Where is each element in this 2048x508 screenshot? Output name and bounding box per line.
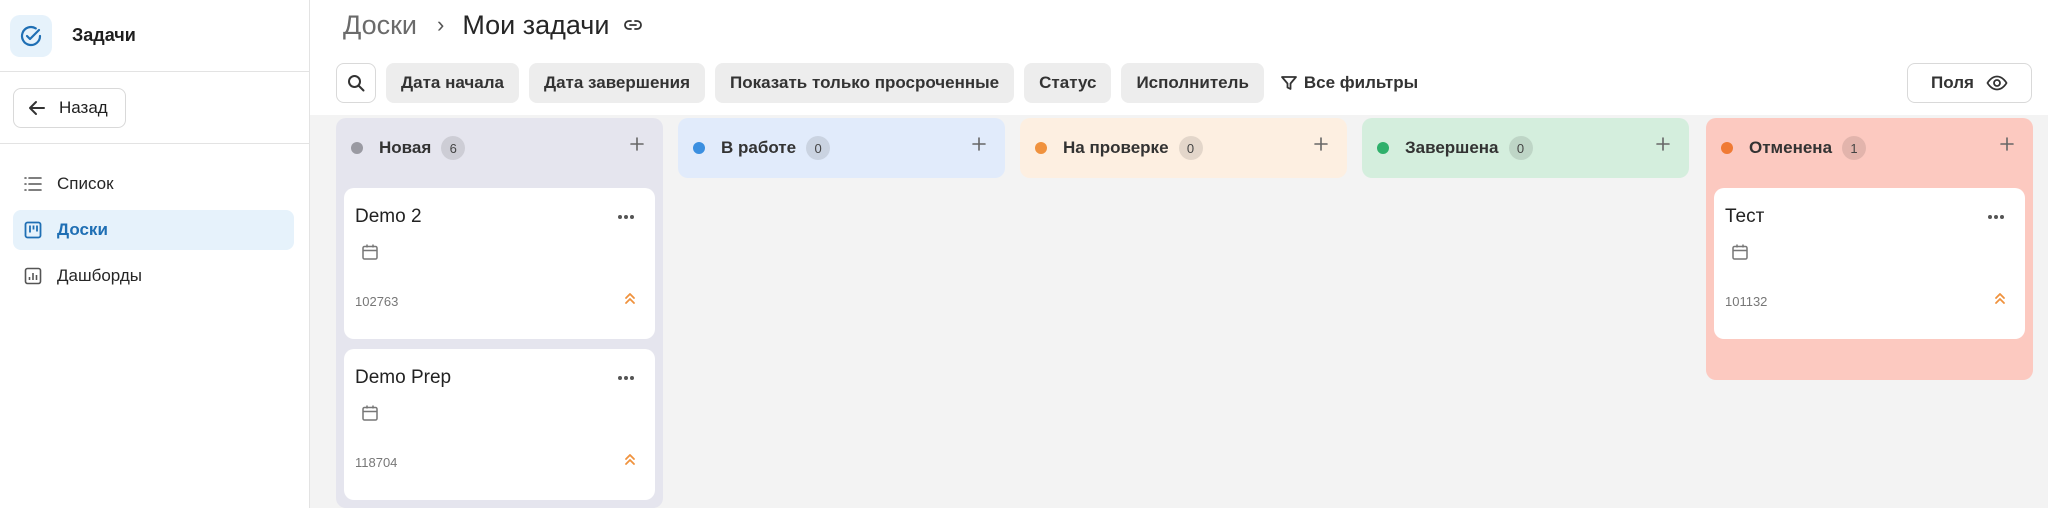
more-horizontal-icon[interactable] [617, 214, 635, 220]
list-icon [23, 174, 43, 194]
board-icon [23, 220, 43, 240]
card-title: Demo Prep [355, 367, 452, 388]
filter-start-date[interactable]: Дата начала [386, 63, 519, 103]
filter-end-date[interactable]: Дата завершения [528, 63, 706, 103]
plus-icon[interactable] [1655, 136, 1671, 152]
more-horizontal-icon[interactable] [1987, 214, 2005, 220]
status-dot [693, 142, 705, 154]
priority-high-icon [623, 291, 637, 305]
priority-high-icon [623, 452, 637, 466]
app-header: Задачи [0, 0, 309, 72]
status-dot [1035, 142, 1047, 154]
column-title: Завершена [1405, 138, 1499, 157]
plus-icon[interactable] [1313, 136, 1329, 152]
dashboard-icon [23, 266, 43, 286]
all-filters-button[interactable]: Все фильтры [1280, 73, 1418, 93]
task-card[interactable]: Тест 101132 [1714, 188, 2025, 339]
calendar-icon[interactable] [361, 243, 379, 261]
column-title: Отменена [1749, 138, 1833, 157]
filter-bar: Дата начала Дата завершения Показать тол… [336, 63, 2032, 103]
status-dot [1377, 142, 1389, 154]
fields-button[interactable]: Поля [1907, 63, 2032, 103]
column-review: На проверке 0 [1020, 118, 1347, 178]
column-done: Завершена 0 [1362, 118, 1689, 178]
column-count-badge: 1 [1842, 136, 1867, 160]
more-horizontal-icon[interactable] [617, 375, 635, 381]
card-id: 118704 [355, 455, 398, 470]
column-count-badge: 6 [441, 136, 466, 160]
breadcrumb-parent-link[interactable]: Доски [343, 10, 417, 41]
status-dot [1721, 142, 1733, 154]
all-filters-label: Все фильтры [1303, 73, 1419, 92]
plus-icon[interactable] [629, 136, 645, 152]
column-title: Новая [379, 138, 432, 157]
status-dot [351, 142, 363, 154]
sidebar-item-label: Доски [57, 220, 108, 239]
sidebar-item-boards[interactable]: Доски [13, 210, 294, 250]
sidebar: Задачи Назад Список Доски Дашборды [0, 0, 310, 508]
column-header: Завершена 0 [1362, 118, 1689, 178]
back-section: Назад [0, 72, 309, 144]
sidebar-item-label: Дашборды [57, 266, 142, 285]
sidebar-item-list[interactable]: Список [13, 164, 294, 204]
fields-label: Поля [1931, 73, 1974, 92]
tasks-logo-icon [10, 14, 52, 57]
eye-icon [1986, 72, 2008, 94]
plus-icon[interactable] [971, 136, 987, 152]
task-card[interactable]: Demo Prep 118704 [344, 349, 655, 500]
card-id: 101132 [1725, 294, 1768, 309]
column-in-progress: В работе 0 [678, 118, 1005, 178]
search-button[interactable] [336, 63, 376, 103]
filter-overdue-only[interactable]: Показать только просроченные [715, 63, 1015, 103]
column-title: В работе [721, 138, 797, 157]
column-cancelled: Отменена 1 Тест 101132 [1706, 118, 2033, 380]
filter-status[interactable]: Статус [1024, 63, 1112, 103]
card-title: Demo 2 [355, 206, 422, 227]
sidebar-item-dashboards[interactable]: Дашборды [13, 256, 294, 296]
breadcrumb: Доски › Мои задачи [343, 8, 643, 42]
calendar-icon[interactable] [1731, 243, 1749, 261]
priority-high-icon [1993, 291, 2007, 305]
link-icon[interactable] [623, 15, 643, 35]
plus-icon[interactable] [1999, 136, 2015, 152]
card-id: 102763 [355, 294, 399, 309]
arrow-left-icon [27, 98, 47, 118]
column-title: На проверке [1063, 138, 1169, 157]
page-title: Мои задачи [462, 9, 610, 40]
back-button-label: Назад [59, 98, 108, 117]
column-count-badge: 0 [806, 136, 831, 160]
kanban-board: Новая 6 Demo 2 102763 Demo Prep 118704 В… [310, 115, 2048, 508]
column-count-badge: 0 [1178, 136, 1203, 160]
sidebar-item-label: Список [57, 174, 114, 193]
column-count-badge: 0 [1508, 136, 1533, 160]
task-card[interactable]: Demo 2 102763 [344, 188, 655, 339]
column-header: Отменена 1 [1706, 118, 2033, 178]
search-icon [346, 73, 366, 93]
column-header: Новая 6 [336, 118, 663, 178]
filter-assignee[interactable]: Исполнитель [1121, 63, 1264, 103]
back-button[interactable]: Назад [13, 88, 126, 128]
column-new: Новая 6 Demo 2 102763 Demo Prep 118704 [336, 118, 663, 508]
sidebar-nav: Список Доски Дашборды [0, 144, 309, 296]
filter-icon [1280, 74, 1298, 92]
column-header: В работе 0 [678, 118, 1005, 178]
card-title: Тест [1725, 206, 1765, 227]
app-title: Задачи [72, 25, 136, 45]
column-header: На проверке 0 [1020, 118, 1347, 178]
chevron-right-icon: › [437, 12, 445, 37]
calendar-icon[interactable] [361, 404, 379, 422]
